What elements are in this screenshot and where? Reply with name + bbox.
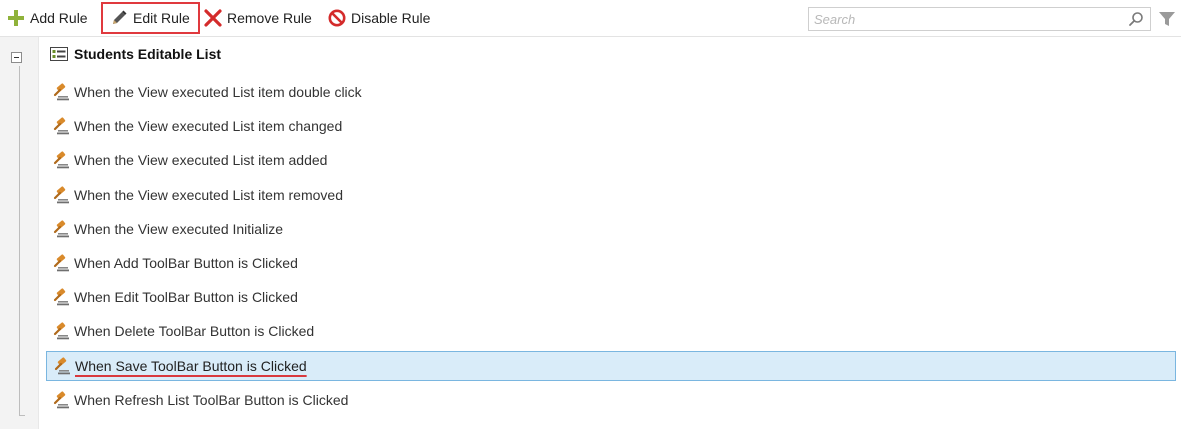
list-view-icon	[50, 47, 68, 61]
rule-item[interactable]: When Edit ToolBar Button is Clicked	[46, 282, 1176, 312]
x-icon	[203, 8, 223, 28]
rule-item-label: When Edit ToolBar Button is Clicked	[74, 289, 298, 305]
rule-item-label: When Add ToolBar Button is Clicked	[74, 255, 298, 271]
rule-item-selected[interactable]: When Save ToolBar Button is Clicked	[46, 351, 1176, 381]
gavel-icon	[53, 357, 71, 375]
remove-rule-label: Remove Rule	[227, 10, 312, 26]
rule-item-label: When the View executed List item added	[74, 152, 328, 168]
gavel-icon	[52, 254, 70, 272]
funnel-icon[interactable]	[1157, 9, 1177, 29]
rule-item-label: When Delete ToolBar Button is Clicked	[74, 323, 315, 339]
rule-item-label: When the View executed List item removed	[74, 187, 343, 203]
search-icon[interactable]	[1128, 11, 1144, 27]
rule-item[interactable]: When the View executed List item removed	[46, 180, 1176, 210]
rule-item[interactable]: When the View executed List item double …	[46, 77, 1176, 107]
gavel-icon	[52, 391, 70, 409]
no-entry-icon	[327, 8, 347, 28]
rule-item-label: When Refresh List ToolBar Button is Clic…	[74, 392, 349, 408]
tree-connector-end	[19, 415, 25, 416]
gavel-icon	[52, 151, 70, 169]
rule-item[interactable]: When Refresh List ToolBar Button is Clic…	[46, 385, 1176, 415]
add-rule-button[interactable]: Add Rule	[6, 4, 88, 32]
gavel-icon	[52, 83, 70, 101]
pencil-icon	[109, 8, 129, 28]
rule-item[interactable]: When the View executed List item changed	[46, 111, 1176, 141]
gavel-icon	[52, 117, 70, 135]
remove-rule-button[interactable]: Remove Rule	[203, 4, 312, 32]
edit-rule-button[interactable]: Edit Rule	[101, 2, 200, 34]
search-box	[808, 7, 1151, 31]
rule-item-label: When Save ToolBar Button is Clicked	[75, 358, 307, 374]
gavel-icon	[52, 322, 70, 340]
plus-icon	[6, 8, 26, 28]
rules-toolbar: Add Rule Edit Rule Remove Rule Disable R…	[0, 0, 1181, 37]
rule-item[interactable]: When Add ToolBar Button is Clicked	[46, 248, 1176, 278]
rule-item[interactable]: When Delete ToolBar Button is Clicked	[46, 316, 1176, 346]
tree-root-title: Students Editable List	[74, 46, 222, 62]
gavel-icon	[52, 186, 70, 204]
rule-item[interactable]: When the View executed Initialize	[46, 214, 1176, 244]
tree-connector-line	[19, 66, 20, 416]
collapse-toggle[interactable]	[11, 52, 22, 63]
tree-root[interactable]: Students Editable List	[50, 43, 221, 65]
disable-rule-button[interactable]: Disable Rule	[327, 4, 430, 32]
gavel-icon	[52, 220, 70, 238]
disable-rule-label: Disable Rule	[351, 10, 431, 26]
gavel-icon	[52, 288, 70, 306]
edit-rule-label: Edit Rule	[133, 10, 190, 26]
search-input[interactable]	[809, 8, 1124, 30]
add-rule-label: Add Rule	[30, 10, 88, 26]
rule-item-label: When the View executed List item changed	[74, 118, 343, 134]
rule-item[interactable]: When the View executed List item added	[46, 145, 1176, 175]
rule-item-label: When the View executed List item double …	[74, 84, 362, 100]
rule-item-label: When the View executed Initialize	[74, 221, 284, 237]
